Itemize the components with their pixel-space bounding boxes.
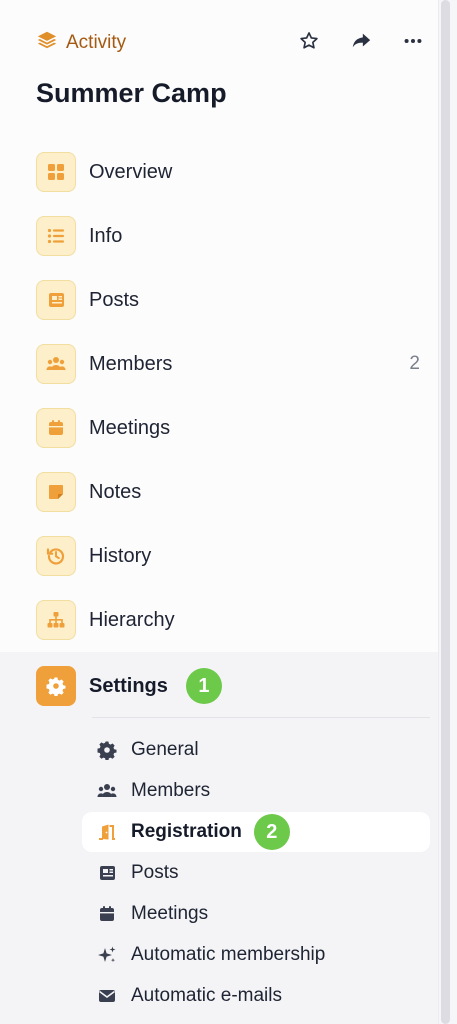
star-button[interactable] bbox=[294, 28, 324, 58]
nav-item-label: Hierarchy bbox=[89, 608, 175, 631]
settings-item-members[interactable]: Members bbox=[82, 771, 430, 811]
settings-item-automatic-emails[interactable]: Automatic e-mails bbox=[82, 976, 430, 1016]
settings-item-label: Meetings bbox=[131, 903, 209, 924]
users-icon bbox=[94, 780, 120, 802]
nav-item-label: Info bbox=[89, 224, 123, 247]
settings-item-label: Members bbox=[131, 780, 211, 801]
star-icon bbox=[298, 30, 320, 57]
nav-item-label: Notes bbox=[89, 480, 142, 503]
share-button[interactable] bbox=[346, 28, 376, 58]
more-button[interactable] bbox=[398, 28, 428, 58]
list-icon bbox=[36, 216, 76, 256]
nav-item-posts[interactable]: Posts bbox=[36, 278, 428, 322]
nav-item-label: Posts bbox=[89, 288, 140, 311]
calendar-icon bbox=[36, 408, 76, 448]
grid-icon bbox=[36, 152, 76, 192]
users-icon bbox=[36, 344, 76, 384]
newspaper-icon bbox=[94, 862, 120, 884]
breadcrumb-label: Activity bbox=[66, 32, 127, 53]
settings-item-label: Registration bbox=[131, 821, 242, 842]
newspaper-icon bbox=[36, 280, 76, 320]
divider bbox=[92, 717, 430, 718]
nav-item-label: Meetings bbox=[89, 416, 171, 439]
layers-icon bbox=[36, 29, 58, 57]
settings-label: Settings bbox=[89, 674, 168, 697]
nav-item-info[interactable]: Info bbox=[36, 214, 428, 258]
step-badge-1: 1 bbox=[185, 668, 222, 704]
sparkles-icon bbox=[94, 944, 120, 966]
nav-item-notes[interactable]: Notes bbox=[36, 470, 428, 514]
nav-item-label: Members bbox=[89, 352, 173, 375]
gear-icon bbox=[36, 666, 76, 706]
more-icon bbox=[402, 30, 424, 57]
nav-item-meetings[interactable]: Meetings bbox=[36, 406, 428, 450]
nav-item-members[interactable]: Members 2 bbox=[36, 342, 428, 386]
settings-item-general[interactable]: General bbox=[82, 730, 430, 770]
settings-item-automatic-membership[interactable]: Automatic membership bbox=[82, 935, 430, 975]
nav-item-label: History bbox=[89, 544, 152, 567]
note-icon bbox=[36, 472, 76, 512]
page-title: Summer Camp bbox=[36, 78, 227, 108]
nav-item-settings[interactable]: Settings 1 bbox=[36, 664, 222, 708]
nav-item-hierarchy[interactable]: Hierarchy bbox=[36, 598, 428, 642]
step-badge-2: 2 bbox=[253, 814, 290, 850]
settings-item-label: Automatic e-mails bbox=[131, 985, 282, 1006]
sitemap-icon bbox=[36, 600, 76, 640]
members-count: 2 bbox=[409, 353, 420, 374]
settings-item-label: Posts bbox=[131, 862, 179, 883]
breadcrumb[interactable]: Activity bbox=[36, 29, 126, 57]
settings-item-label: General bbox=[131, 739, 199, 760]
nav-item-history[interactable]: History bbox=[36, 534, 428, 578]
settings-item-meetings[interactable]: Meetings bbox=[82, 894, 430, 934]
gear-icon bbox=[94, 739, 120, 761]
nav-item-label: Overview bbox=[89, 160, 173, 183]
share-icon bbox=[350, 30, 372, 57]
scrollbar-thumb[interactable] bbox=[441, 0, 450, 1024]
header: Activity bbox=[36, 28, 428, 58]
calendar-icon bbox=[94, 903, 120, 925]
envelope-icon bbox=[94, 985, 120, 1007]
settings-item-posts[interactable]: Posts bbox=[82, 853, 430, 893]
history-icon bbox=[36, 536, 76, 576]
settings-item-label: Automatic membership bbox=[131, 944, 326, 965]
settings-item-registration[interactable]: Registration 2 bbox=[82, 812, 430, 852]
door-icon bbox=[94, 821, 120, 843]
nav-item-overview[interactable]: Overview bbox=[36, 150, 428, 194]
